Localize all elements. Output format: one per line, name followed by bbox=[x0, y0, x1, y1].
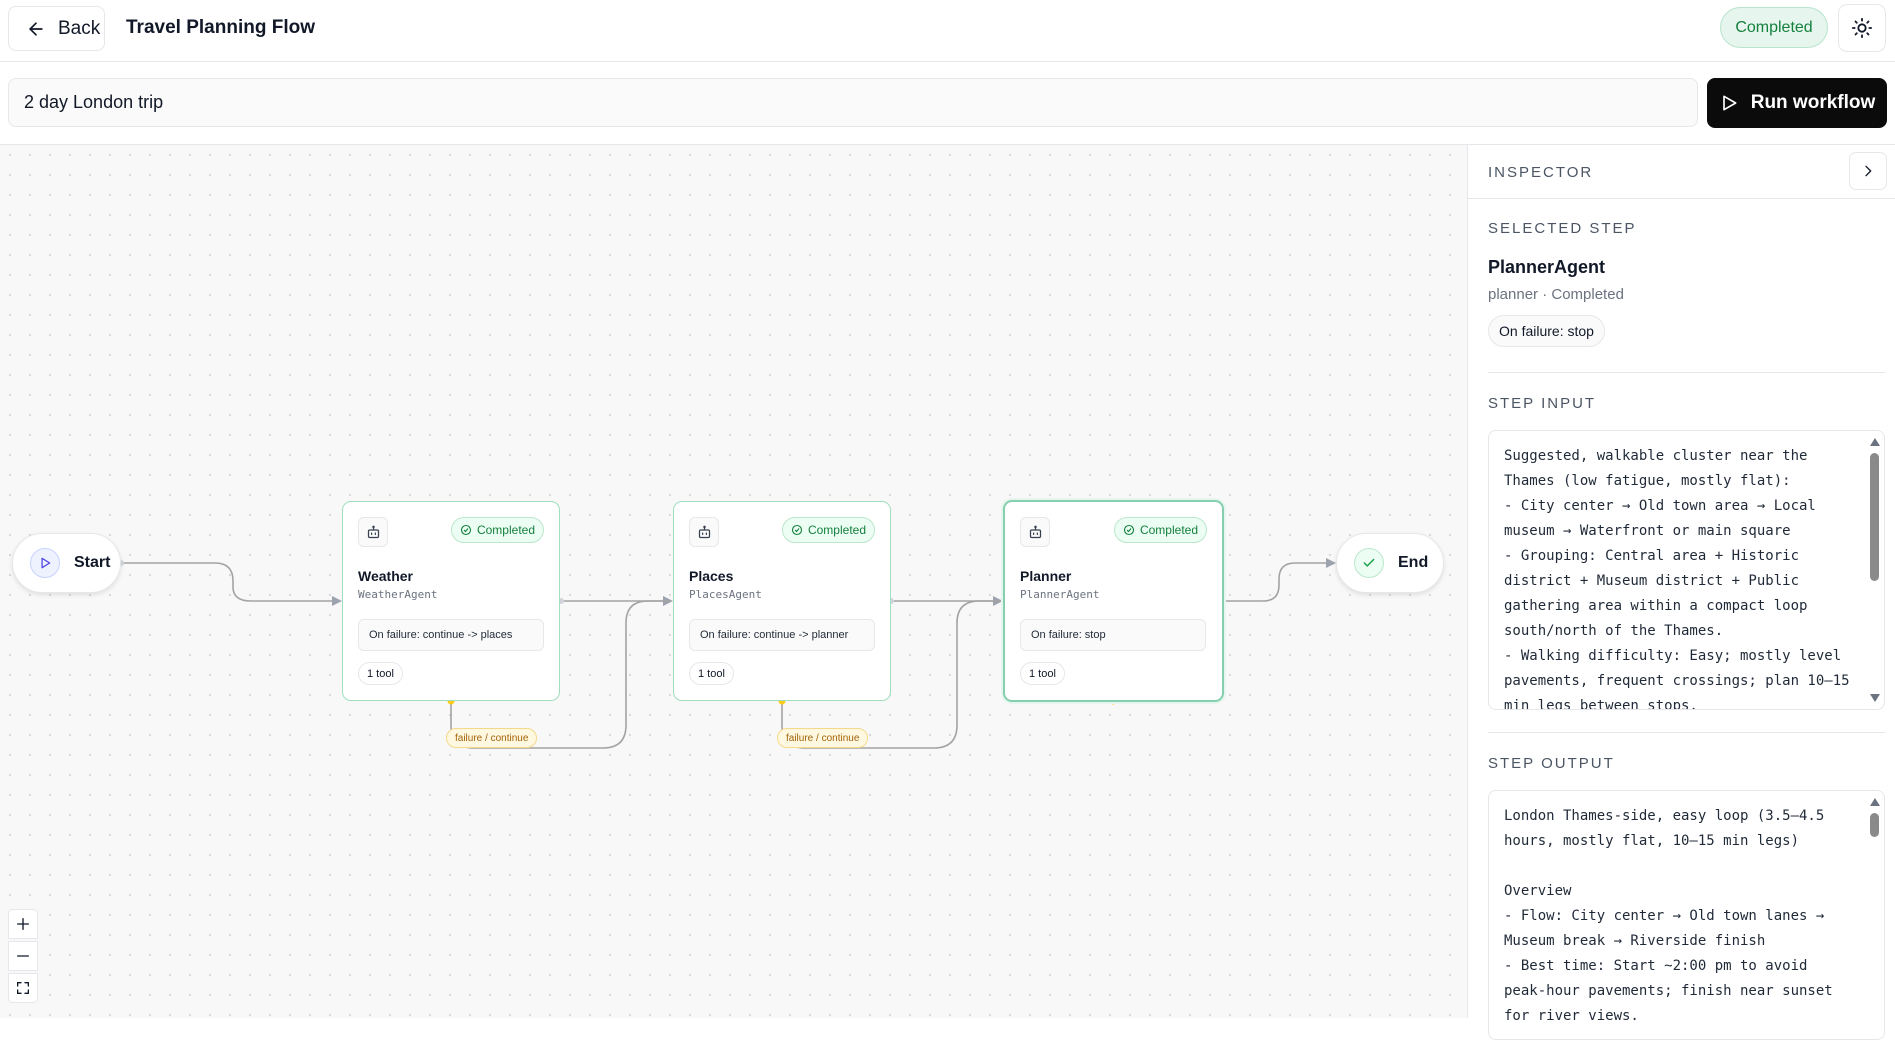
step-agent: PlacesAgent bbox=[689, 588, 762, 601]
inspector-title: INSPECTOR bbox=[1488, 164, 1594, 181]
step-failure-policy: On failure: continue -> places bbox=[358, 619, 544, 651]
step-tool-count: 1 tool bbox=[689, 662, 734, 685]
workflow-status-badge: Completed bbox=[1720, 7, 1828, 48]
bot-icon bbox=[358, 517, 388, 547]
scroll-up-arrow[interactable] bbox=[1870, 438, 1880, 446]
selected-step-name: PlannerAgent bbox=[1488, 257, 1606, 277]
step-status-text: Completed bbox=[1139, 523, 1198, 537]
collapse-inspector-button[interactable] bbox=[1849, 152, 1887, 190]
edge-planner-end bbox=[1222, 558, 1336, 602]
step-title: Weather bbox=[358, 568, 413, 584]
step-input-label: STEP INPUT bbox=[1488, 395, 1597, 412]
scroll-up-arrow[interactable] bbox=[1870, 798, 1880, 806]
step-input-box[interactable]: Suggested, walkable cluster near the Tha… bbox=[1488, 430, 1885, 710]
failure-edge-label: failure / continue bbox=[777, 728, 869, 748]
check-circle-icon bbox=[460, 524, 472, 536]
back-label: Back bbox=[58, 17, 101, 39]
step-status-text: Completed bbox=[807, 523, 866, 537]
step-tool-count: 1 tool bbox=[358, 662, 403, 685]
step-status-badge: Completed bbox=[1113, 517, 1207, 543]
workflow-prompt-input[interactable] bbox=[8, 78, 1698, 127]
failure-edge-label: failure / continue bbox=[446, 728, 538, 748]
step-output-text: London Thames-side, easy loop (3.5–4.5 h… bbox=[1504, 808, 1833, 1024]
step-output-label: STEP OUTPUT bbox=[1488, 755, 1615, 772]
step-failure-policy: On failure: continue -> planner bbox=[689, 619, 875, 651]
start-node-label: Start bbox=[74, 554, 111, 571]
scroll-thumb[interactable] bbox=[1870, 453, 1879, 581]
step-input-text: Suggested, walkable cluster near the Tha… bbox=[1504, 448, 1850, 709]
theme-toggle-button[interactable] bbox=[1838, 4, 1886, 52]
selected-step-failure-chip: On failure: stop bbox=[1488, 315, 1605, 347]
start-node[interactable]: Start bbox=[12, 533, 121, 593]
check-circle-icon bbox=[1123, 524, 1135, 536]
back-button[interactable]: Back bbox=[8, 6, 105, 51]
step-output-box[interactable]: London Thames-side, easy loop (3.5–4.5 h… bbox=[1488, 790, 1885, 1040]
edge-start-weather bbox=[121, 562, 342, 606]
check-circle-icon bbox=[791, 524, 803, 536]
step-failure-policy: On failure: stop bbox=[1020, 619, 1206, 651]
inspector-panel: INSPECTOR SELECTED STEP PlannerAgent pla… bbox=[1467, 144, 1895, 1040]
fit-view-button[interactable] bbox=[8, 973, 38, 1003]
end-node-label: End bbox=[1398, 554, 1429, 571]
step-agent: PlannerAgent bbox=[1020, 588, 1100, 601]
step-node-planner[interactable]: Completed Planner PlannerAgent On failur… bbox=[1003, 500, 1224, 702]
end-node[interactable]: End bbox=[1336, 533, 1444, 593]
step-node-places[interactable]: Completed Places PlacesAgent On failure:… bbox=[673, 501, 891, 701]
step-output-scrollbar[interactable] bbox=[1866, 791, 1884, 1039]
scroll-thumb[interactable] bbox=[1870, 813, 1879, 837]
sun-icon bbox=[1851, 17, 1873, 39]
divider bbox=[1488, 372, 1885, 373]
fit-view-icon bbox=[17, 982, 29, 994]
step-agent: WeatherAgent bbox=[358, 588, 438, 601]
top-bar: Back Travel Planning Flow Completed bbox=[0, 0, 1895, 62]
page-title: Travel Planning Flow bbox=[126, 17, 315, 38]
step-title: Places bbox=[689, 568, 734, 584]
workflow-canvas[interactable]: Start End Completed Weather WeatherAgent… bbox=[0, 144, 1467, 1018]
plus-icon bbox=[17, 918, 29, 930]
step-node-weather[interactable]: Completed Weather WeatherAgent On failur… bbox=[342, 501, 560, 701]
run-workflow-button[interactable]: Run workflow bbox=[1707, 78, 1887, 128]
bot-icon bbox=[1020, 517, 1050, 547]
arrow-left-icon bbox=[29, 21, 43, 36]
inspector-header: INSPECTOR bbox=[1468, 145, 1895, 199]
step-status-badge: Completed bbox=[450, 517, 544, 543]
chevron-right-icon bbox=[1865, 165, 1872, 177]
selected-step-label: SELECTED STEP bbox=[1488, 220, 1637, 237]
step-title: Planner bbox=[1020, 568, 1072, 584]
minus-icon bbox=[17, 955, 29, 957]
step-input-scrollbar[interactable] bbox=[1866, 431, 1884, 709]
step-status-text: Completed bbox=[476, 523, 535, 537]
step-status-badge: Completed bbox=[781, 517, 875, 543]
selected-step-meta: planner · Completed bbox=[1488, 286, 1624, 303]
zoom-in-button[interactable] bbox=[8, 909, 38, 939]
play-icon bbox=[1722, 95, 1737, 111]
bot-icon bbox=[689, 517, 719, 547]
divider bbox=[1488, 732, 1885, 733]
check-circle-icon bbox=[1354, 548, 1384, 578]
run-workflow-label: Run workflow bbox=[1750, 92, 1876, 113]
scroll-down-arrow[interactable] bbox=[1870, 694, 1880, 702]
zoom-out-button[interactable] bbox=[8, 941, 38, 971]
step-tool-count: 1 tool bbox=[1020, 662, 1065, 685]
play-circle-icon bbox=[30, 548, 60, 578]
